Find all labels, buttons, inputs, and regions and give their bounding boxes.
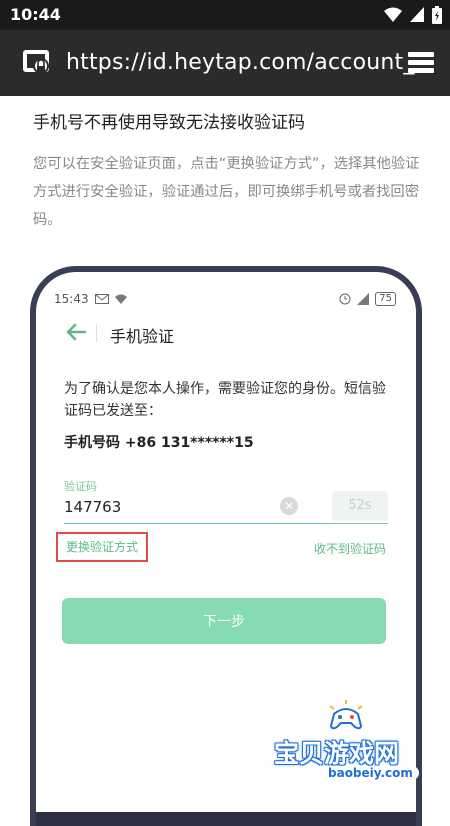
wifi-icon bbox=[114, 294, 127, 304]
clear-input-button[interactable]: ✕ bbox=[280, 497, 298, 515]
watermark-site: baobeiy.com bbox=[322, 766, 419, 780]
resend-countdown: 52s bbox=[332, 491, 388, 521]
code-field-label: 验证码 bbox=[64, 480, 97, 493]
phone-status-left: 15:43 bbox=[54, 292, 127, 306]
close-icon: ✕ bbox=[283, 499, 295, 513]
system-status-bar: 10:44 bbox=[0, 0, 450, 30]
site-lock-icon[interactable] bbox=[22, 49, 52, 77]
header-divider bbox=[96, 324, 97, 342]
clock: 10:44 bbox=[10, 5, 61, 24]
article-heading: 手机号不再使用导致无法接收验证码 bbox=[33, 113, 305, 133]
watermark: 宝贝游戏网 baobeiy.com bbox=[270, 700, 440, 790]
article-paragraph: 您可以在安全验证页面，点击“更换验证方式”，选择其他验证方式进行安全验证，验证通… bbox=[33, 156, 420, 228]
url-bar[interactable]: https://id.heytap.com/account_ bbox=[66, 50, 415, 75]
wifi-icon bbox=[384, 7, 402, 22]
tabs-menu-icon[interactable] bbox=[406, 50, 436, 76]
verification-description: 为了确认是您本人操作，需要验证您的身份。短信验证码已发送至： bbox=[64, 381, 386, 419]
back-arrow-icon[interactable] bbox=[66, 323, 86, 341]
no-code-received-link[interactable]: 收不到验证码 bbox=[314, 540, 386, 557]
mail-icon bbox=[94, 294, 109, 304]
alarm-icon bbox=[339, 293, 351, 305]
watermark-brand: 宝贝游戏网 bbox=[274, 739, 400, 768]
status-icons bbox=[384, 6, 442, 24]
verification-code-input[interactable] bbox=[64, 494, 314, 520]
gamepad-logo-icon bbox=[329, 700, 363, 730]
page-title: 手机验证 bbox=[110, 327, 175, 346]
phone-status-right: 75 bbox=[339, 292, 396, 306]
phone-clock: 15:43 bbox=[54, 292, 89, 306]
battery-icon bbox=[432, 6, 442, 24]
signal-icon bbox=[410, 7, 424, 22]
input-underline bbox=[64, 523, 388, 524]
phone-number: 手机号码 +86 131******15 bbox=[64, 435, 254, 451]
signal-icon bbox=[357, 293, 370, 305]
next-step-button[interactable]: 下一步 bbox=[62, 598, 386, 644]
battery-level: 75 bbox=[375, 292, 396, 306]
browser-toolbar: https://id.heytap.com/account_ bbox=[0, 30, 450, 96]
switch-verification-method-link[interactable]: 更换验证方式 bbox=[56, 532, 148, 562]
